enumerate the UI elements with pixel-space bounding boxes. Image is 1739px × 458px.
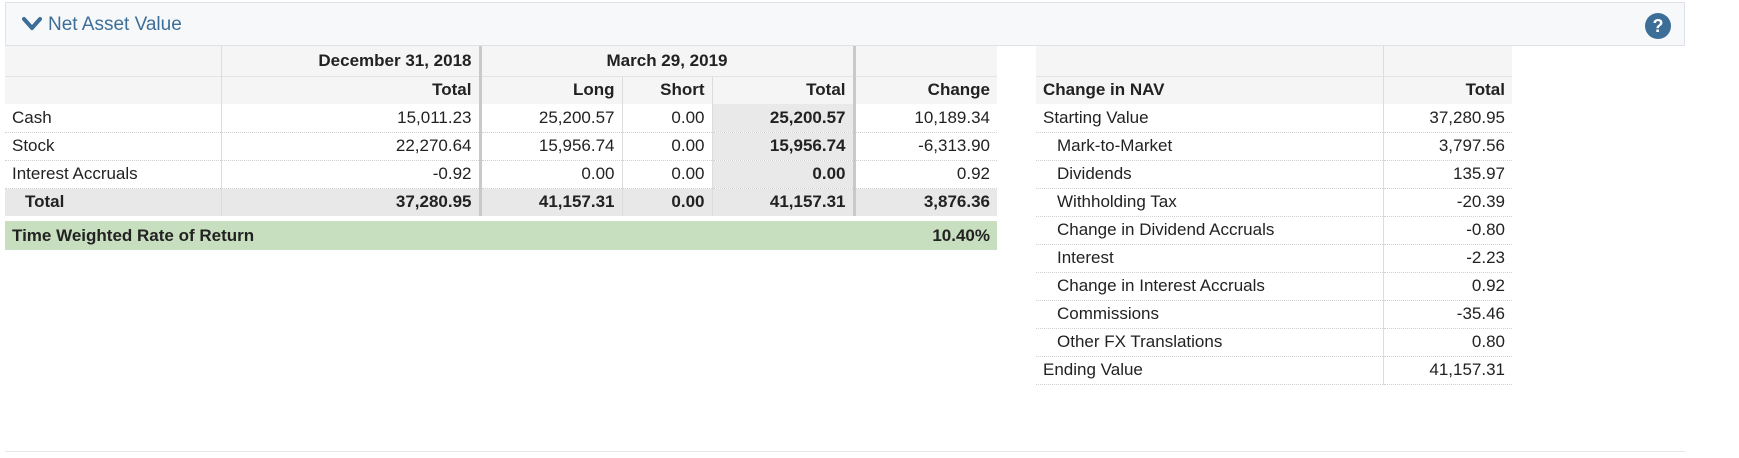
change-group-row — [1036, 46, 1512, 76]
change-group-blank — [852, 46, 998, 76]
item-label: Interest — [1036, 244, 1383, 273]
table-row: Interest Accruals -0.92 0.00 0.00 0.00 0… — [5, 160, 998, 189]
cell-long: 15,956.74 — [478, 132, 622, 161]
total-total1: 37,280.95 — [220, 188, 480, 216]
list-item: Interest -2.23 — [1036, 244, 1512, 273]
period1-header: December 31, 2018 — [220, 46, 480, 76]
list-item: Change in Dividend Accruals -0.80 — [1036, 216, 1512, 245]
total-total2: 41,157.31 — [711, 188, 855, 216]
nav-table: December 31, 2018 March 29, 2019 Total L… — [5, 46, 998, 216]
item-value: 3,797.56 — [1382, 132, 1512, 161]
cell-total2: 25,200.57 — [711, 104, 855, 133]
cell-change: 0.92 — [852, 160, 998, 189]
list-item: Dividends 135.97 — [1036, 160, 1512, 189]
period2-header: March 29, 2019 — [478, 46, 855, 76]
help-icon[interactable]: ? — [1644, 12, 1672, 40]
item-label: Change in Interest Accruals — [1036, 272, 1383, 301]
total-short: 0.00 — [621, 188, 712, 216]
cell-total1: 15,011.23 — [220, 104, 480, 133]
change-header-label: Change in NAV — [1036, 75, 1383, 104]
change-in-nav-table: Change in NAV Total Starting Value 37,28… — [1036, 46, 1512, 385]
twr-value: 10.40% — [932, 226, 990, 245]
list-item: Other FX Translations 0.80 — [1036, 328, 1512, 357]
item-label: Other FX Translations — [1036, 328, 1383, 357]
total-long: 41,157.31 — [478, 188, 622, 216]
svg-text:?: ? — [1653, 16, 1664, 36]
item-label: Dividends — [1036, 160, 1383, 189]
section-header[interactable]: Net Asset Value ? — [5, 2, 1685, 46]
section-divider — [5, 451, 1685, 452]
change-header-row: Change in NAV Total — [1036, 75, 1512, 104]
cell-change: 10,189.34 — [852, 104, 998, 133]
cell-short: 0.00 — [621, 132, 712, 161]
list-item: Commissions -35.46 — [1036, 300, 1512, 329]
change-header-total: Total — [1382, 75, 1512, 104]
blank-cell — [1382, 46, 1512, 76]
net-asset-value-section: Net Asset Value ? December 31, 2018 Marc… — [5, 2, 1685, 454]
item-value: -2.23 — [1382, 244, 1512, 273]
header-blank — [5, 46, 221, 76]
item-value: -20.39 — [1382, 188, 1512, 217]
row-label: Stock — [5, 132, 221, 161]
row-label: Cash — [5, 104, 221, 133]
item-value: -0.80 — [1382, 216, 1512, 245]
twr-label: Time Weighted Rate of Return — [12, 226, 255, 245]
item-value: 0.92 — [1382, 272, 1512, 301]
cell-total2: 15,956.74 — [711, 132, 855, 161]
cell-total1: -0.92 — [220, 160, 480, 189]
list-item: Mark-to-Market 3,797.56 — [1036, 132, 1512, 161]
item-value: 135.97 — [1382, 160, 1512, 189]
item-label: Starting Value — [1036, 104, 1383, 133]
total-row-label: Total — [5, 188, 221, 216]
blank-cell — [1036, 46, 1383, 76]
col-long-header: Long — [478, 75, 622, 104]
label-header — [5, 75, 221, 104]
cell-total2: 0.00 — [711, 160, 855, 189]
item-label: Change in Dividend Accruals — [1036, 216, 1383, 245]
item-value: -35.46 — [1382, 300, 1512, 329]
item-label: Mark-to-Market — [1036, 132, 1383, 161]
period-header-row: December 31, 2018 March 29, 2019 — [5, 46, 998, 76]
total-change: 3,876.36 — [852, 188, 998, 216]
item-label: Commissions — [1036, 300, 1383, 329]
chevron-down-icon[interactable] — [22, 16, 42, 32]
twr-row: Time Weighted Rate of Return 10.40% — [5, 221, 997, 250]
item-label: Ending Value — [1036, 356, 1383, 385]
list-item: Starting Value 37,280.95 — [1036, 104, 1512, 133]
list-item: Ending Value 41,157.31 — [1036, 356, 1512, 385]
cell-short: 0.00 — [621, 104, 712, 133]
cell-total1: 22,270.64 — [220, 132, 480, 161]
item-value: 37,280.95 — [1382, 104, 1512, 133]
table-row: Stock 22,270.64 15,956.74 0.00 15,956.74… — [5, 132, 998, 161]
column-header-row: Total Long Short Total Change — [5, 75, 998, 104]
cell-change: -6,313.90 — [852, 132, 998, 161]
row-label: Interest Accruals — [5, 160, 221, 189]
cell-long: 25,200.57 — [478, 104, 622, 133]
cell-long: 0.00 — [478, 160, 622, 189]
total-row: Total 37,280.95 41,157.31 0.00 41,157.31… — [5, 188, 998, 216]
col-short-header: Short — [621, 75, 712, 104]
col-total1-header: Total — [220, 75, 480, 104]
item-label: Withholding Tax — [1036, 188, 1383, 217]
item-value: 41,157.31 — [1382, 356, 1512, 385]
table-row: Cash 15,011.23 25,200.57 0.00 25,200.57 … — [5, 104, 998, 133]
list-item: Change in Interest Accruals 0.92 — [1036, 272, 1512, 301]
list-item: Withholding Tax -20.39 — [1036, 188, 1512, 217]
cell-short: 0.00 — [621, 160, 712, 189]
item-value: 0.80 — [1382, 328, 1512, 357]
section-title[interactable]: Net Asset Value — [48, 14, 182, 36]
col-total2-header: Total — [711, 75, 855, 104]
col-change-header: Change — [852, 75, 998, 104]
